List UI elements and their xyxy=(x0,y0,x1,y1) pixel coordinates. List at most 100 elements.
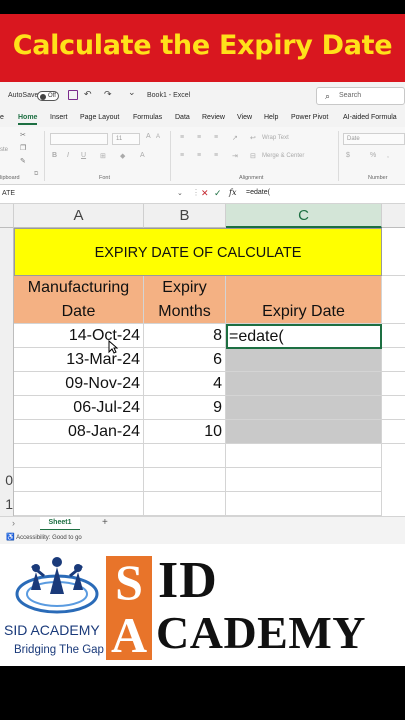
indent-icon[interactable]: ⇥ xyxy=(232,152,238,160)
underline-button[interactable]: U xyxy=(81,152,86,159)
save-icon[interactable] xyxy=(68,90,78,100)
merge-center-button[interactable]: Merge & Center xyxy=(262,153,304,159)
table-title-cell[interactable]: EXPIRY DATE OF CALCULATE xyxy=(14,228,382,276)
expiry-months-cell[interactable]: 9 xyxy=(144,396,226,420)
expiry-date-cell[interactable] xyxy=(226,349,382,372)
empty-cell[interactable] xyxy=(382,324,405,348)
manufacturing-date-cell[interactable]: 08-Jan-24 xyxy=(14,420,144,444)
borders-icon[interactable]: ⊞ xyxy=(100,152,106,160)
name-box[interactable]: ATE xyxy=(0,188,185,201)
row-header[interactable] xyxy=(0,396,14,420)
tab-formulas[interactable]: Formulas xyxy=(133,114,162,121)
add-sheet-button[interactable]: + xyxy=(102,517,108,528)
sheet-tab-sheet1[interactable]: Sheet1 xyxy=(40,517,80,531)
row-header[interactable] xyxy=(0,324,14,348)
tab-power-pivot[interactable]: Power Pivot xyxy=(291,114,328,121)
number-format-box[interactable]: Date xyxy=(343,133,405,145)
empty-cell[interactable] xyxy=(382,276,405,324)
header-manufacturing-date[interactable]: Manufacturing Date xyxy=(14,276,144,324)
wrap-text-icon[interactable]: ↩ xyxy=(250,134,256,142)
align-middle-icon[interactable]: ≡ xyxy=(197,134,201,141)
empty-cell[interactable] xyxy=(144,444,226,468)
tab-ai-aided-formula[interactable]: AI-aided Formula xyxy=(343,114,397,121)
empty-cell[interactable] xyxy=(226,492,382,516)
header-expiry-months[interactable]: Expiry Months xyxy=(144,276,226,324)
tab-file[interactable]: e xyxy=(0,114,4,121)
orientation-icon[interactable]: ↗ xyxy=(232,134,238,142)
empty-cell[interactable] xyxy=(14,468,144,492)
empty-cell[interactable] xyxy=(382,420,405,444)
row-header[interactable] xyxy=(0,420,14,444)
manufacturing-date-cell[interactable]: 06-Jul-24 xyxy=(14,396,144,420)
increase-font-icon[interactable]: A xyxy=(146,133,151,140)
align-left-icon[interactable]: ≡ xyxy=(180,152,184,159)
align-bottom-icon[interactable]: ≡ xyxy=(214,134,218,141)
paste-label[interactable]: ste xyxy=(0,147,8,153)
tab-view[interactable]: View xyxy=(237,114,252,121)
row-header[interactable] xyxy=(0,372,14,396)
row-header[interactable] xyxy=(0,276,14,324)
empty-cell[interactable] xyxy=(226,444,382,468)
comma-icon[interactable]: , xyxy=(387,152,389,159)
wrap-text-button[interactable]: Wrap Text xyxy=(262,135,289,141)
cancel-icon[interactable]: ✕ xyxy=(201,188,209,199)
empty-cell[interactable] xyxy=(144,492,226,516)
search-box[interactable]: ⌕ Search xyxy=(316,87,405,105)
tab-home[interactable]: Home xyxy=(18,114,38,125)
row-header-10[interactable]: 0 xyxy=(0,468,14,492)
empty-cell[interactable] xyxy=(226,468,382,492)
align-top-icon[interactable]: ≡ xyxy=(180,134,184,141)
merge-icon[interactable]: ⊟ xyxy=(250,152,256,160)
percent-icon[interactable]: % xyxy=(370,152,376,159)
column-header-b[interactable]: B xyxy=(144,204,226,228)
italic-button[interactable]: I xyxy=(67,152,69,159)
column-header-c[interactable]: C xyxy=(226,204,382,228)
expiry-months-cell[interactable]: 4 xyxy=(144,372,226,396)
fill-color-icon[interactable]: ◆ xyxy=(120,152,125,160)
redo-icon[interactable]: ↷ xyxy=(104,89,112,100)
undo-icon[interactable]: ↶ xyxy=(84,89,92,100)
empty-cell[interactable] xyxy=(382,396,405,420)
row-header[interactable] xyxy=(0,228,14,276)
empty-cell[interactable] xyxy=(14,444,144,468)
tab-help[interactable]: Help xyxy=(264,114,278,121)
align-right-icon[interactable]: ≡ xyxy=(214,152,218,159)
autosave-toggle[interactable]: Off xyxy=(37,91,59,101)
customize-toolbar-icon[interactable]: ⌄ xyxy=(128,87,136,98)
enter-icon[interactable]: ✓ xyxy=(214,188,222,199)
empty-cell[interactable] xyxy=(144,468,226,492)
column-header-d[interactable] xyxy=(382,204,405,228)
insert-function-icon[interactable]: fx xyxy=(229,188,236,197)
active-expiry-date-cell[interactable]: =edate( xyxy=(226,324,382,349)
manufacturing-date-cell[interactable]: 13-Mar-24 xyxy=(14,348,144,372)
empty-cell[interactable] xyxy=(382,372,405,396)
manufacturing-date-cell[interactable]: 09-Nov-24 xyxy=(14,372,144,396)
expiry-date-cell[interactable] xyxy=(226,420,382,444)
row-header[interactable] xyxy=(0,444,14,468)
empty-cell[interactable] xyxy=(382,228,405,276)
expiry-months-cell[interactable]: 8 xyxy=(144,324,226,348)
header-expiry-date[interactable]: Expiry Date xyxy=(226,276,382,324)
scroll-sheets-icon[interactable]: › xyxy=(12,518,15,528)
clipboard-launcher-icon[interactable]: ⧉ xyxy=(34,171,38,178)
tab-review[interactable]: Review xyxy=(202,114,225,121)
expiry-date-cell[interactable] xyxy=(226,372,382,396)
tab-insert[interactable]: Insert xyxy=(50,114,68,121)
expiry-date-cell[interactable] xyxy=(226,396,382,420)
expiry-months-cell[interactable]: 6 xyxy=(144,348,226,372)
formula-input[interactable]: =edate( xyxy=(246,189,270,196)
bold-button[interactable]: B xyxy=(52,152,57,159)
expiry-months-cell[interactable]: 10 xyxy=(144,420,226,444)
row-header-11[interactable]: 1 xyxy=(0,492,14,516)
tab-data[interactable]: Data xyxy=(175,114,190,121)
font-size-box[interactable]: 11 xyxy=(112,133,140,145)
align-center-icon[interactable]: ≡ xyxy=(197,152,201,159)
column-header-a[interactable]: A xyxy=(14,204,144,228)
empty-cell[interactable] xyxy=(14,492,144,516)
font-color-icon[interactable]: A xyxy=(140,152,145,159)
tab-page-layout[interactable]: Page Layout xyxy=(80,114,119,121)
decrease-font-icon[interactable]: A xyxy=(156,134,160,140)
copy-icon[interactable]: ❐ xyxy=(20,144,26,152)
name-box-dropdown-icon[interactable]: ⌄ xyxy=(177,189,183,197)
format-painter-icon[interactable]: ✎ xyxy=(20,157,26,165)
